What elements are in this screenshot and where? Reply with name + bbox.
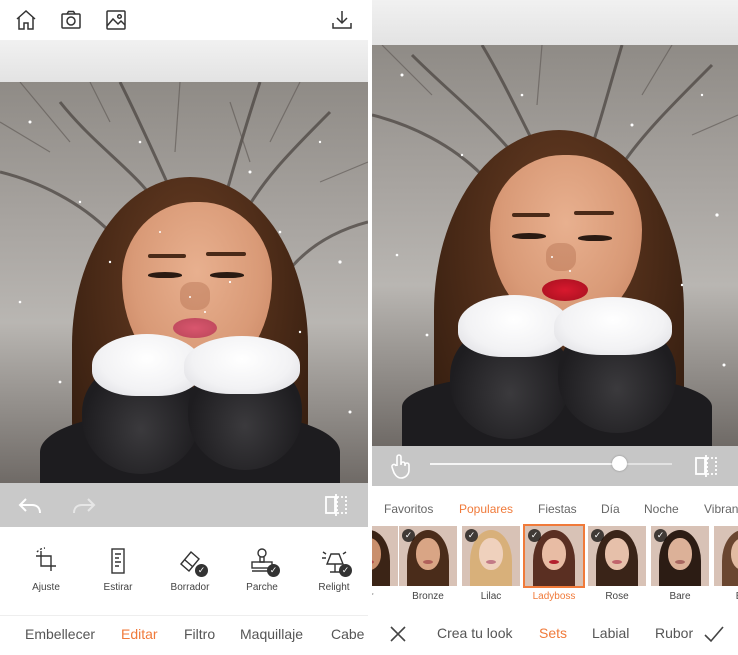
lamp-icon: ✓: [319, 546, 352, 577]
crop-rotate-icon: [31, 546, 61, 576]
thumb-face: [479, 538, 503, 570]
check-badge-icon: ✓: [195, 564, 208, 577]
thumb-lips: [549, 560, 559, 564]
nav-filtro[interactable]: Filtro: [184, 626, 215, 642]
redo-icon[interactable]: [70, 491, 98, 519]
look-item[interactable]: ✓ Bare: [651, 526, 709, 602]
nav-maquillaje[interactable]: Maquillaje: [240, 626, 303, 642]
tool-label: Parche: [246, 582, 278, 593]
nav-embellecer[interactable]: Embellecer: [25, 626, 95, 642]
stretch-icon: [103, 546, 133, 576]
tab-sets[interactable]: Sets: [539, 625, 567, 641]
editor-panel: Ajuste Estirar ✓ Borrador ✓ Parche ✓ Rel…: [0, 0, 368, 655]
slider-rest: [627, 463, 672, 465]
tab-rubor[interactable]: Rubor: [655, 625, 693, 641]
intensity-bar: [372, 446, 738, 486]
photo-canvas[interactable]: [372, 45, 738, 446]
snowflakes: [395, 73, 726, 367]
gallery-icon[interactable]: [104, 8, 128, 32]
look-thumbnail: [372, 526, 398, 586]
snowflakes: [18, 120, 352, 414]
check-badge-icon: ✓: [339, 564, 352, 577]
tool-ajuste[interactable]: Ajuste: [14, 540, 78, 600]
stamp-icon: ✓: [247, 546, 280, 577]
look-thumbnail: ✓: [588, 526, 646, 586]
look-thumbnail: ✓: [399, 526, 457, 586]
check-badge-icon: ✓: [654, 529, 667, 542]
look-item[interactable]: ✓ Lilac: [462, 526, 520, 602]
top-toolbar: [0, 0, 368, 40]
thumb-lips: [612, 560, 622, 564]
look-label: Bronze: [412, 591, 444, 602]
photo-top-blur: [372, 0, 738, 45]
check-badge-icon: ✓: [591, 529, 604, 542]
thumb-face: [542, 538, 566, 570]
makeup-bottom-bar: Crea tu look Sets Labial Rubor: [372, 615, 738, 651]
nav-editar[interactable]: Editar: [121, 626, 158, 642]
look-label: Bare: [669, 591, 691, 602]
check-badge-icon: ✓: [465, 529, 478, 542]
photo-top-blur: [0, 40, 368, 82]
undo-icon[interactable]: [16, 491, 44, 519]
look-label: Rose: [605, 591, 629, 602]
intensity-slider[interactable]: [430, 463, 620, 465]
check-badge-icon: ✓: [528, 529, 541, 542]
thumb-face: [605, 538, 629, 570]
check-badge-icon: ✓: [402, 529, 415, 542]
camera-icon[interactable]: [59, 8, 83, 32]
look-thumbnail: [714, 526, 738, 586]
category-dia[interactable]: Día: [601, 502, 620, 516]
look-item[interactable]: ✓ Rose: [588, 526, 646, 602]
thumb-lips: [675, 560, 685, 564]
look-label: Ladyboss: [532, 591, 576, 602]
nav-cabello[interactable]: Cabe: [331, 626, 364, 642]
thumb-face: [668, 538, 692, 570]
look-item[interactable]: ✓ Ladyboss: [523, 524, 585, 602]
look-carousel: ur ✓ Bronze ✓ Lilac ✓ Ladyboss ✓ Rose ✓ Bare Blu: [372, 524, 738, 604]
photo-canvas[interactable]: [0, 82, 368, 483]
tab-crea-tu-look[interactable]: Crea tu look: [437, 625, 512, 641]
category-noche[interactable]: Noche: [644, 502, 679, 516]
tool-relight[interactable]: ✓ Relight: [302, 540, 366, 600]
close-icon[interactable]: [386, 622, 410, 646]
history-bar: [0, 483, 368, 527]
compare-icon[interactable]: [322, 491, 350, 519]
compare-icon[interactable]: [692, 452, 720, 480]
category-fiestas[interactable]: Fiestas: [538, 502, 577, 516]
tool-parche[interactable]: ✓ Parche: [230, 540, 294, 600]
tool-label: Ajuste: [32, 582, 60, 593]
look-item[interactable]: Blu: [714, 526, 738, 602]
tool-borrador[interactable]: ✓ Borrador: [158, 540, 222, 600]
look-thumbnail: ✓: [651, 526, 709, 586]
thumb-lips: [423, 560, 433, 564]
slider-thumb[interactable]: [612, 456, 628, 471]
look-label: ur: [372, 591, 398, 602]
tool-row: Ajuste Estirar ✓ Borrador ✓ Parche ✓ Rel…: [0, 540, 368, 600]
category-favoritos[interactable]: Favoritos: [384, 502, 433, 516]
eraser-icon: ✓: [175, 546, 208, 577]
makeup-panel: Favoritos Populares Fiestas Día Noche Vi…: [372, 0, 738, 655]
look-categories: Favoritos Populares Fiestas Día Noche Vi…: [372, 498, 738, 522]
tool-label: Borrador: [170, 582, 210, 593]
check-badge-icon: ✓: [267, 564, 280, 577]
editor-bottom-nav: Embellecer Editar Filtro Maquillaje Cabe: [0, 615, 368, 651]
look-item[interactable]: ur: [372, 526, 398, 602]
download-icon[interactable]: [330, 8, 354, 32]
look-item[interactable]: ✓ Bronze: [399, 526, 457, 602]
home-icon[interactable]: [14, 8, 38, 32]
category-vibrante[interactable]: Vibran: [704, 502, 738, 516]
look-label: Lilac: [480, 591, 502, 602]
tab-labial[interactable]: Labial: [592, 625, 629, 641]
tool-estirar[interactable]: Estirar: [86, 540, 150, 600]
thumb-face: [416, 538, 440, 570]
category-populares[interactable]: Populares: [459, 502, 513, 516]
look-label: Blu: [714, 591, 738, 602]
look-thumbnail: ✓: [462, 526, 520, 586]
confirm-check-icon[interactable]: [702, 622, 726, 646]
tool-label: Relight: [318, 582, 350, 593]
tool-label: Estirar: [103, 582, 133, 593]
look-thumbnail: ✓: [523, 524, 585, 588]
touch-hand-icon[interactable]: [388, 452, 416, 480]
thumb-lips: [486, 560, 496, 564]
